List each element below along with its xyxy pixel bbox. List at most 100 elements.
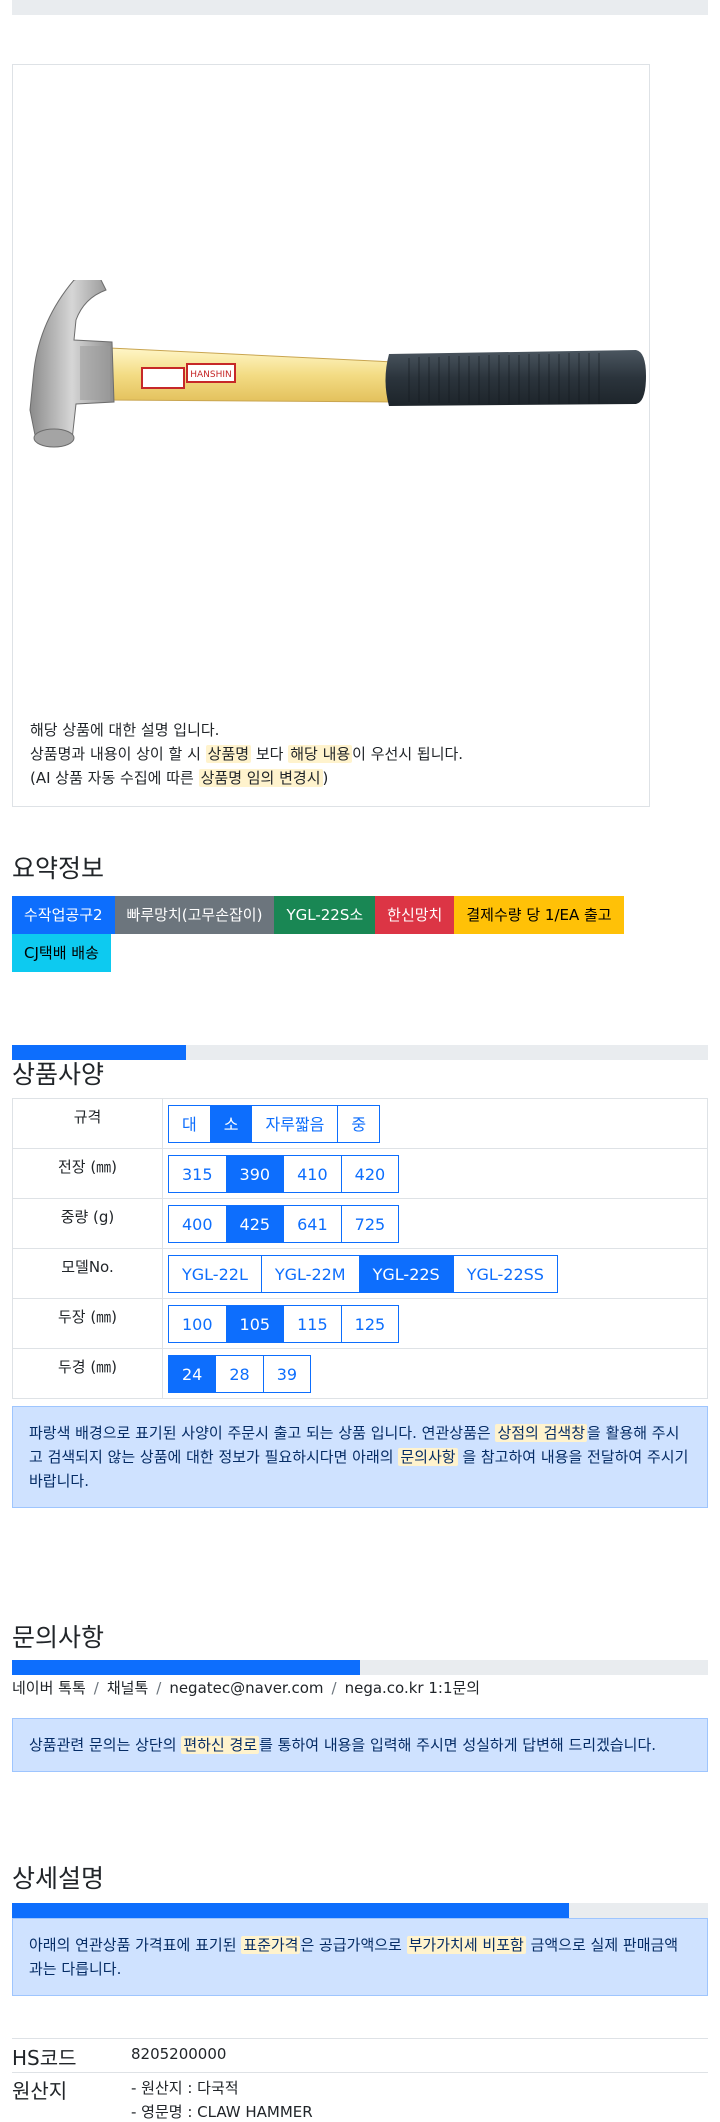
- spec-label: 중량 (g): [12, 1198, 163, 1249]
- separator: /: [331, 1679, 337, 1697]
- product-image: HANSHIN: [14, 273, 648, 490]
- highlight: 표준가격: [241, 1936, 301, 1954]
- spec-option-button[interactable]: YGL-22L: [168, 1254, 262, 1293]
- hs-code-row: HS코드 8205200000: [12, 2038, 708, 2073]
- spec-option-button[interactable]: 390: [225, 1154, 285, 1193]
- separator: /: [156, 1679, 162, 1697]
- notice-text: 를 통하여 내용을 입력해 주시면 성실하게 답변해 드리겠습니다.: [259, 1736, 657, 1754]
- svg-text:HANSHIN: HANSHIN: [190, 370, 232, 380]
- summary-badges: 수작업공구2 빠루망치(고무손잡이) YGL-22S소 한신망치 결제수량 당 …: [12, 896, 712, 972]
- spec-options: 315 390 410 420: [162, 1148, 708, 1199]
- highlight: 상품명: [205, 745, 252, 763]
- spec-label: 전장 (㎜): [12, 1148, 163, 1199]
- spec-option-button[interactable]: 115: [283, 1304, 342, 1343]
- origin-line-1: - 원산지 : 다국적: [131, 2079, 239, 2097]
- spec-options: 100 105 115 125: [162, 1298, 708, 1349]
- description-text: 이 우선시 됩니다.: [352, 745, 464, 763]
- spec-option-button[interactable]: 425: [225, 1204, 285, 1243]
- option-button-group: 400 425 641 725: [168, 1204, 400, 1243]
- inquiry-notice: 상품관련 문의는 상단의 편하신 경로 를 통하여 내용을 입력해 주시면 성실하…: [12, 1718, 708, 1772]
- spec-option-button[interactable]: 자루짧음: [251, 1104, 339, 1143]
- origin-label: 원산지: [12, 2079, 68, 2103]
- highlight: 문의사항: [398, 1448, 458, 1466]
- option-button-group: 24 28 39: [168, 1354, 312, 1393]
- description-text: ): [322, 769, 329, 787]
- option-button-group: YGL-22L YGL-22M YGL-22S YGL-22SS: [168, 1254, 558, 1293]
- spec-option-button[interactable]: 중: [337, 1104, 381, 1143]
- progress-fill: [12, 1660, 360, 1675]
- option-button-group: 315 390 410 420: [168, 1154, 400, 1193]
- hs-code-label: HS코드: [12, 2046, 77, 2070]
- notice-text: 파랑색 배경으로 표기된 사양이 주문시 출고 되는 상품 입니다. 연관상품은: [29, 1424, 496, 1442]
- highlight: 상품명 임의 변경시: [198, 769, 323, 787]
- spec-notice: 파랑색 배경으로 표기된 사양이 주문시 출고 되는 상품 입니다. 연관상품은…: [12, 1406, 708, 1508]
- spec-row: 중량 (g) 400 425 641 725: [12, 1198, 708, 1249]
- product-description: 해당 상품에 대한 설명 입니다. 상품명과 내용이 상이 할 시 상품명 보다…: [30, 718, 463, 790]
- separator: /: [93, 1679, 99, 1697]
- description-text: 상품명과 내용이 상이 할 시: [30, 745, 206, 763]
- badge-category: 수작업공구2: [12, 896, 115, 934]
- notice-text: 은 공급가액으로: [300, 1936, 407, 1954]
- contact-email[interactable]: negatec@naver.com: [169, 1679, 323, 1697]
- description-line-3: (AI 상품 자동 수집에 따른 상품명 임의 변경시): [30, 766, 463, 790]
- highlight: 부가가치세 비포함: [406, 1936, 526, 1954]
- spec-options: 24 28 39: [162, 1348, 708, 1399]
- spec-option-button[interactable]: YGL-22S: [358, 1254, 454, 1293]
- spec-option-button[interactable]: 410: [283, 1154, 342, 1193]
- spec-option-button[interactable]: 125: [340, 1304, 400, 1343]
- spec-table: 규격 대 소 자루짧음 중 전장 (㎜) 315 390 410 420 중량 (g) 400 425 6…: [12, 1098, 708, 1399]
- hs-code-value: 8205200000: [131, 2045, 227, 2063]
- hammer-illustration: HANSHIN: [29, 273, 646, 448]
- spec-progress-bar: [12, 1045, 708, 1060]
- detail-notice: 아래의 연관상품 가격표에 표기된 표준가격 은 공급가액으로 부가가치세 비포함…: [12, 1918, 708, 1996]
- spec-options: 대 소 자루짧음 중: [162, 1098, 708, 1149]
- spec-option-button[interactable]: 400: [168, 1204, 227, 1243]
- spec-option-button[interactable]: 315: [168, 1154, 227, 1193]
- contact-channel-talk[interactable]: 채널톡: [107, 1679, 148, 1697]
- badge-shipping: CJ택배 배송: [12, 934, 111, 972]
- spec-option-button[interactable]: 420: [340, 1154, 400, 1193]
- spec-options: 400 425 641 725: [162, 1198, 708, 1249]
- contact-breadcrumb: 네이버 톡톡 / 채널톡 / negatec@naver.com / nega.co.kr …: [12, 1677, 480, 1698]
- spec-option-button[interactable]: 100: [168, 1304, 227, 1343]
- spec-row: 모델No. YGL-22L YGL-22M YGL-22S YGL-22SS: [12, 1248, 708, 1299]
- inquiry-progress-bar: [12, 1660, 708, 1675]
- spec-option-button[interactable]: 24: [168, 1354, 217, 1393]
- option-button-group: 대 소 자루짧음 중: [168, 1104, 381, 1143]
- spec-option-button[interactable]: YGL-22M: [260, 1254, 360, 1293]
- contact-naver-talk[interactable]: 네이버 톡톡: [12, 1679, 86, 1697]
- highlight: 편하신 경로: [181, 1736, 260, 1754]
- detail-progress-bar: [12, 1903, 708, 1918]
- description-line-1: 해당 상품에 대한 설명 입니다.: [30, 721, 220, 739]
- spec-label: 모델No.: [12, 1248, 163, 1299]
- spec-label: 두경 (㎜): [12, 1348, 163, 1399]
- summary-title: 요약정보: [12, 854, 105, 883]
- spec-row: 두장 (㎜) 100 105 115 125: [12, 1298, 708, 1349]
- spec-option-button[interactable]: 39: [262, 1354, 312, 1393]
- progress-fill: [12, 1903, 569, 1918]
- badge-model: YGL-22S소: [274, 896, 376, 934]
- spec-options: YGL-22L YGL-22M YGL-22S YGL-22SS: [162, 1248, 708, 1299]
- spec-option-button[interactable]: 소: [209, 1104, 253, 1143]
- spec-label: 두장 (㎜): [12, 1298, 163, 1349]
- description-line-2: 상품명과 내용이 상이 할 시 상품명 보다 해당 내용 이 우선시 됩니다.: [30, 742, 463, 766]
- inquiry-title: 문의사항: [12, 1623, 105, 1652]
- origin-line-2: - 영문명 : CLAW HAMMER: [131, 2103, 313, 2121]
- spec-option-button[interactable]: YGL-22SS: [452, 1254, 558, 1293]
- badge-brand: 한신망치: [375, 896, 455, 934]
- spec-row: 규격 대 소 자루짧음 중: [12, 1098, 708, 1149]
- spec-option-button[interactable]: 725: [340, 1204, 400, 1243]
- spec-option-button[interactable]: 대: [168, 1104, 211, 1143]
- badge-subcategory: 빠루망치(고무손잡이): [114, 896, 275, 934]
- spec-option-button[interactable]: 105: [225, 1304, 285, 1343]
- spec-option-button[interactable]: 28: [215, 1354, 264, 1393]
- spec-row: 두경 (㎜) 24 28 39: [12, 1348, 708, 1399]
- highlight: 해당 내용: [288, 745, 353, 763]
- notice-text: 상품관련 문의는 상단의: [29, 1736, 182, 1754]
- contact-website[interactable]: nega.co.kr 1:1문의: [345, 1679, 481, 1697]
- badge-quantity: 결제수량 당 1/EA 출고: [454, 896, 624, 934]
- spec-label: 규격: [12, 1098, 163, 1149]
- spec-option-button[interactable]: 641: [283, 1204, 342, 1243]
- detail-title: 상세설명: [12, 1864, 105, 1893]
- description-text: (AI 상품 자동 수집에 따른: [30, 769, 199, 787]
